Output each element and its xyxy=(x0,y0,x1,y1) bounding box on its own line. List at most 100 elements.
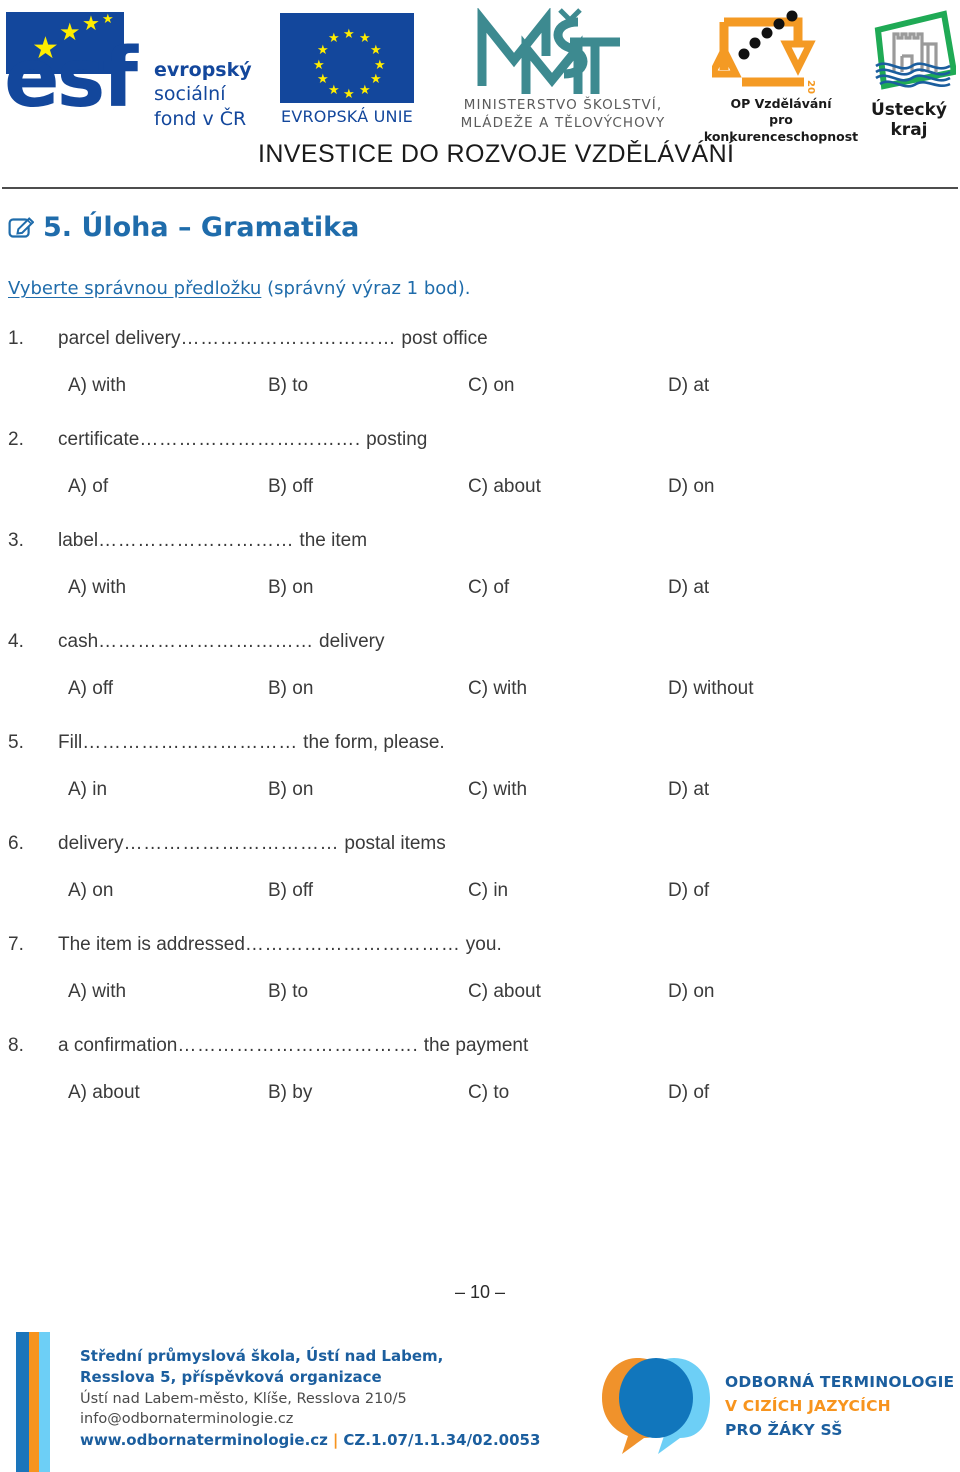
question-block: 2. certificate……………………………. posting A) of B)… xyxy=(0,429,960,530)
esf-caption: evropský sociální fond v ČR xyxy=(154,58,252,131)
question-prefix: certificate xyxy=(58,429,140,450)
school-name-line2: Resslova 5, příspěvková organizace xyxy=(80,1368,382,1387)
eu-caption: EVROPSKÁ UNIE xyxy=(281,107,413,126)
answer-option-c[interactable]: C) with xyxy=(468,779,527,801)
question-number: 1. xyxy=(8,328,24,349)
answer-option-a[interactable]: A) on xyxy=(68,880,113,902)
answer-option-b[interactable]: B) off xyxy=(268,476,313,498)
answer-option-b[interactable]: B) to xyxy=(268,375,308,397)
msmt-caption-line2: MLÁDEŽE A TĚLOVÝCHOVY xyxy=(460,115,666,132)
brand-line-3: PRO ŽÁKY SŠ xyxy=(725,1421,843,1440)
question-block: 8. a confirmation………………………………. the paymen… xyxy=(0,1035,960,1136)
answer-option-a[interactable]: A) of xyxy=(68,476,108,498)
answer-option-a[interactable]: A) in xyxy=(68,779,107,801)
ustecky-kraj-mark-icon xyxy=(874,10,956,90)
page-title: 5. Úloha – Gramatika xyxy=(8,212,359,243)
op-mark-icon: 2007-13 xyxy=(712,10,816,94)
footer-color-bars xyxy=(16,1332,50,1472)
answer-option-d[interactable]: D) at xyxy=(668,779,709,801)
question-list: 1. parcel delivery…………………………… post office… xyxy=(0,328,960,1136)
footer-separator: | xyxy=(332,1430,339,1449)
question-line: 2. certificate……………………………. posting xyxy=(0,429,900,451)
eu-flag: ★ ★ ★ ★ ★ ★ ★ ★ ★ ★ ★ ★ xyxy=(280,13,414,103)
school-address: Ústí nad Labem-město, Klíše, Resslova 21… xyxy=(80,1390,407,1407)
european-union-logo: ★ ★ ★ ★ ★ ★ ★ ★ ★ ★ ★ ★ EVROPSKÁ UNIE xyxy=(272,11,422,133)
answer-option-d[interactable]: D) on xyxy=(668,476,714,498)
speech-bubbles-logo-icon xyxy=(602,1358,710,1454)
answer-option-c[interactable]: C) in xyxy=(468,880,508,902)
question-suffix: you. xyxy=(460,934,502,955)
page-number: – 10 – xyxy=(454,1282,506,1302)
question-line: 3. label………………………… the item xyxy=(0,530,900,552)
answer-option-d[interactable]: D) without xyxy=(668,678,754,700)
question-suffix: delivery xyxy=(313,631,385,652)
answer-option-b[interactable]: B) to xyxy=(268,981,308,1003)
footer-bar-lightblue xyxy=(39,1332,50,1472)
answer-option-a[interactable]: A) off xyxy=(68,678,113,700)
answer-option-b[interactable]: B) on xyxy=(268,779,313,801)
investice-slogan: INVESTICE DO ROZVOJE VZDĚLÁVÁNÍ xyxy=(258,140,735,168)
question-line: 4. cash…………………………… delivery xyxy=(0,631,900,653)
instruction-underlined: Vyberte správnou předložku xyxy=(8,278,262,299)
answer-options: A) about B) by C) to D) of xyxy=(0,1082,900,1112)
answer-options: A) with B) to C) on D) at xyxy=(0,375,900,405)
question-block: 1. parcel delivery…………………………… post office… xyxy=(0,328,960,429)
answer-option-d[interactable]: D) at xyxy=(668,577,709,599)
answer-option-b[interactable]: B) by xyxy=(268,1082,312,1104)
star-icon: ★ xyxy=(317,42,329,57)
star-icon: ★ xyxy=(317,71,329,86)
question-prefix: Fill xyxy=(58,732,83,753)
star-icon: ★ xyxy=(102,11,114,26)
star-icon: ★ xyxy=(313,57,325,72)
star-icon: ★ xyxy=(370,71,382,86)
ustecky-kraj-caption: Ústecký kraj xyxy=(870,100,948,140)
star-icon: ★ xyxy=(359,82,371,97)
esf-wordmark: esf xyxy=(4,31,138,126)
star-icon: ★ xyxy=(370,42,382,57)
answer-option-b[interactable]: B) on xyxy=(268,577,313,599)
project-code: CZ.1.07/1.1.34/02.0053 xyxy=(343,1430,541,1449)
answer-option-b[interactable]: B) on xyxy=(268,678,313,700)
question-block: 6. delivery…………………………… postal items A) on B… xyxy=(0,833,960,934)
answer-option-c[interactable]: C) with xyxy=(468,678,527,700)
answer-option-c[interactable]: C) on xyxy=(468,375,514,397)
answer-option-b[interactable]: B) off xyxy=(268,880,313,902)
brand-line-1: ODBORNÁ TERMINOLOGIE xyxy=(725,1373,955,1391)
op-caption-line1: OP Vzdělávání xyxy=(730,96,832,111)
question-suffix: posting xyxy=(360,429,428,450)
question-prefix: a confirmation xyxy=(58,1035,178,1056)
msmt-mark-icon xyxy=(477,8,620,94)
answer-option-d[interactable]: D) of xyxy=(668,880,709,902)
question-suffix: postal items xyxy=(339,833,446,854)
question-blank-dots: …………………………… xyxy=(180,328,397,349)
school-website[interactable]: www.odbornaterminologie.cz xyxy=(80,1431,328,1449)
answer-option-d[interactable]: D) on xyxy=(668,981,714,1003)
page-title-text: 5. Úloha – Gramatika xyxy=(43,212,360,243)
question-block: 4. cash…………………………… delivery A) off B) on C) … xyxy=(0,631,960,732)
school-email[interactable]: info@odbornaterminologie.cz xyxy=(80,1409,540,1430)
footer-web-and-code: www.odbornaterminologie.cz | CZ.1.07/1.1.3… xyxy=(80,1430,540,1451)
answer-option-d[interactable]: D) of xyxy=(668,1082,709,1104)
answer-option-c[interactable]: C) about xyxy=(468,981,541,1003)
answer-options: A) in B) on C) with D) at xyxy=(0,779,900,809)
answer-option-d[interactable]: D) at xyxy=(668,375,709,397)
esf-caption-line3: fond v ČR xyxy=(154,107,247,130)
answer-option-a[interactable]: A) about xyxy=(68,1082,140,1104)
answer-option-a[interactable]: A) with xyxy=(68,981,126,1003)
question-blank-dots: …………………………… xyxy=(98,631,314,652)
question-prefix: cash xyxy=(58,631,99,652)
question-prefix: label xyxy=(58,530,99,551)
answer-options: A) with B) on C) of D) at xyxy=(0,577,900,607)
footer-bar-blue xyxy=(16,1332,29,1472)
question-number: 7. xyxy=(8,934,24,955)
star-icon: ★ xyxy=(359,30,371,45)
answer-option-c[interactable]: C) of xyxy=(468,577,509,599)
answer-option-a[interactable]: A) with xyxy=(68,375,126,397)
question-blank-dots: ……………………………. xyxy=(139,429,361,450)
answer-option-c[interactable]: C) to xyxy=(468,1082,509,1104)
answer-option-a[interactable]: A) with xyxy=(68,577,126,599)
question-line: 1. parcel delivery…………………………… post office xyxy=(0,328,900,350)
question-number: 6. xyxy=(8,833,24,854)
answer-option-c[interactable]: C) about xyxy=(468,476,541,498)
answer-options: A) of B) off C) about D) on xyxy=(0,476,900,506)
